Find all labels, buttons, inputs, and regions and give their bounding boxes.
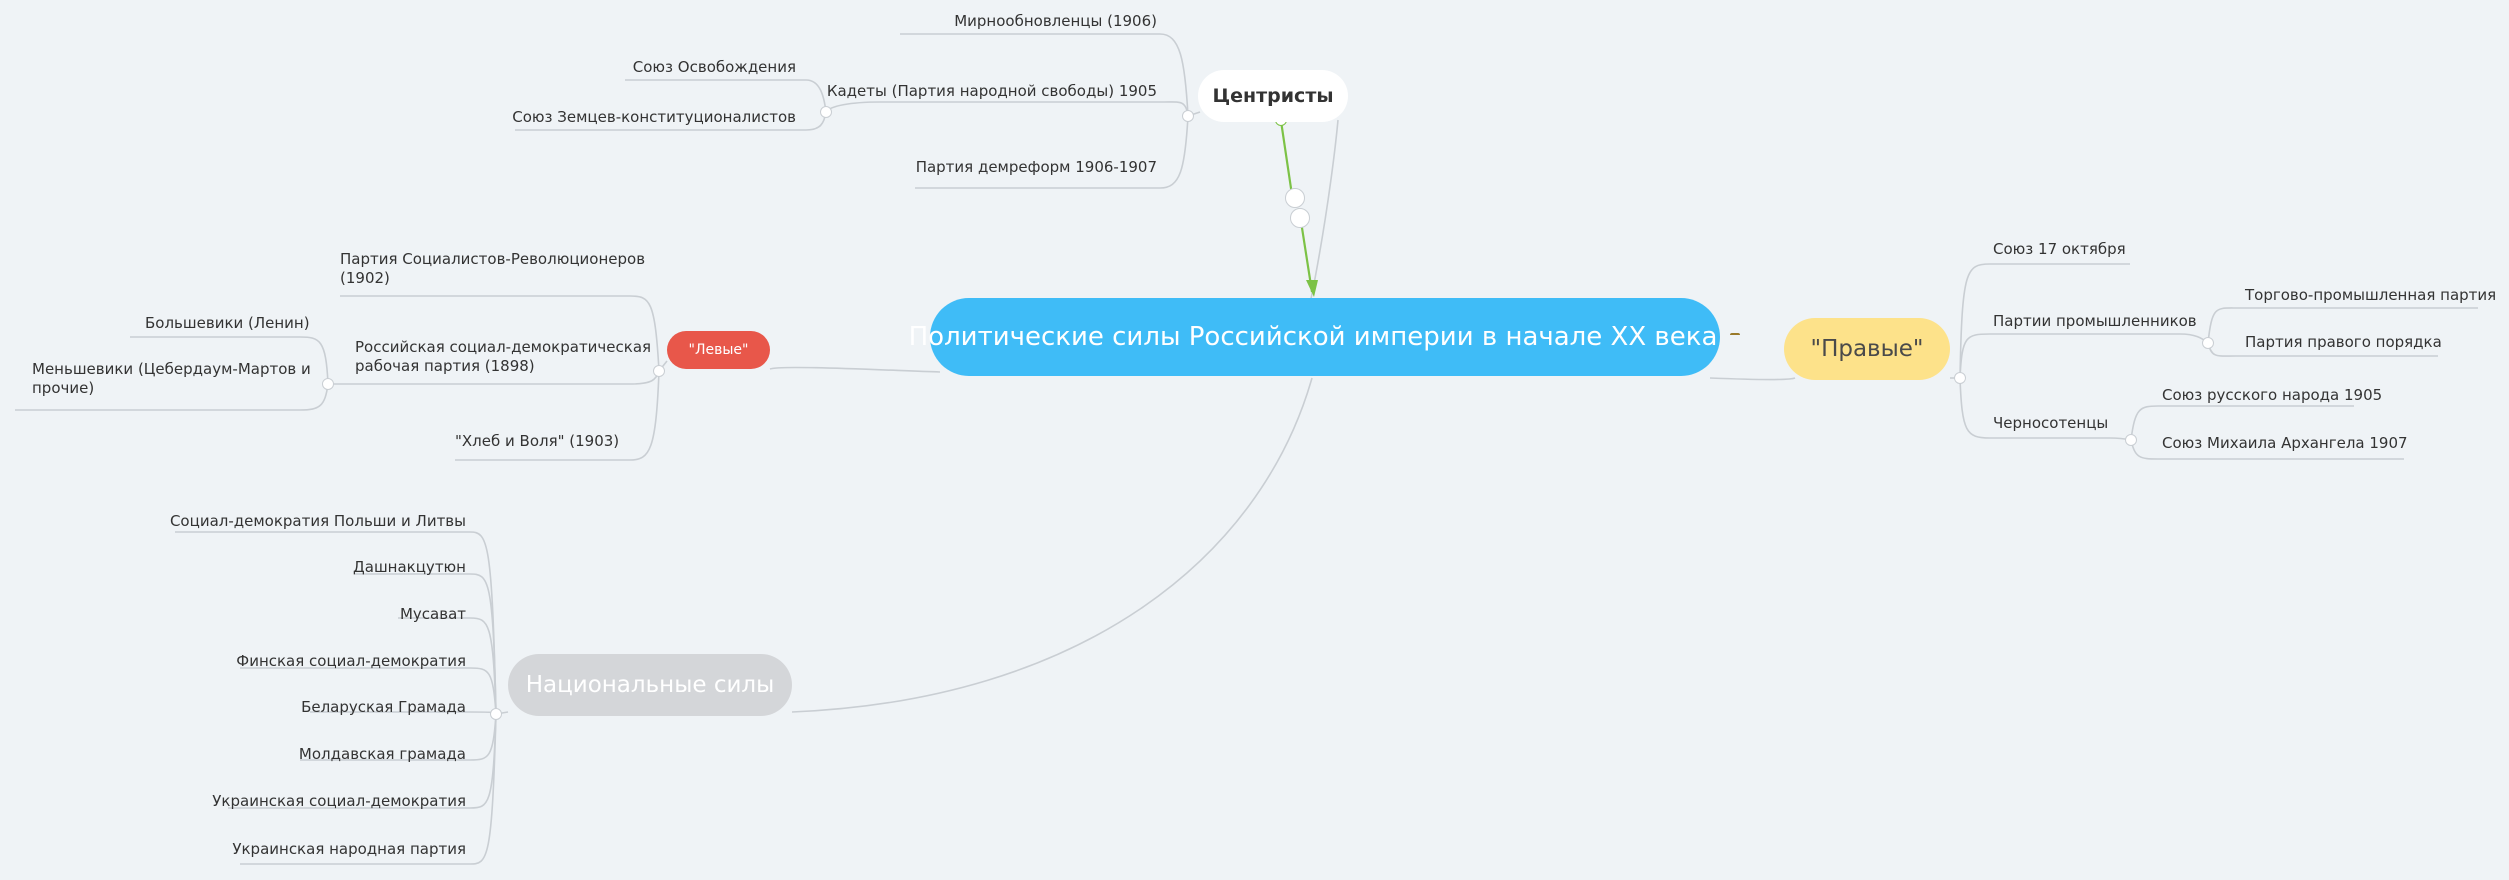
topic-dashnaktsutyun[interactable]: Дашнакцутюн	[353, 558, 466, 577]
topic-ukrainskaya-sd[interactable]: Украинская социал-демократия	[212, 792, 466, 811]
branch-national[interactable]: Национальные силы	[508, 654, 792, 716]
link-root-left	[769, 366, 941, 373]
topic-sdkpil[interactable]: Социал-демократия Польши и Литвы	[170, 512, 466, 531]
topic-torgovo-promyshlennaya[interactable]: Торгово-промышленная партия	[2245, 286, 2496, 305]
topic-mensheviki[interactable]: Меньшевики (Цебердаум-Мартов и прочие)	[32, 360, 312, 398]
topic-rsdrp[interactable]: Российская социал-демократическая рабоча…	[355, 338, 655, 376]
topic-mirnoobnovlentsy[interactable]: Мирнообновленцы (1906)	[954, 12, 1157, 31]
topic-soyuz-mikhaila-arkhangela[interactable]: Союз Михаила Архангела 1907	[2162, 434, 2408, 453]
root-topic[interactable]: Политические силы Российской империи в н…	[909, 298, 1741, 376]
control-point[interactable]	[1285, 188, 1305, 208]
topic-soyuz-17-oktyabrya[interactable]: Союз 17 октября	[1993, 240, 2126, 259]
topic-khleb-i-volya[interactable]: "Хлеб и Воля" (1903)	[455, 432, 619, 451]
topic-ukrainskaya-narodnaya[interactable]: Украинская народная партия	[232, 840, 466, 859]
collapse-dot[interactable]	[1182, 110, 1194, 122]
topic-moldavskaya-gramada[interactable]: Молдавская грамада	[299, 745, 466, 764]
link-root-national	[791, 377, 1313, 713]
collapse-dot[interactable]	[1954, 372, 1966, 384]
topic-bolsheviki[interactable]: Большевики (Ленин)	[145, 314, 310, 333]
mindmap-canvas: Политические силы Российской империи в н…	[0, 0, 2509, 880]
topic-musavat[interactable]: Мусават	[400, 605, 466, 624]
topic-partii-promyshlennikov[interactable]: Партии промышленников	[1993, 312, 2197, 331]
topic-partiya-demreform[interactable]: Партия демреформ 1906-1907	[916, 158, 1157, 177]
branch-centrists[interactable]: Центристы	[1198, 70, 1348, 122]
collapse-dot[interactable]	[820, 106, 832, 118]
branch-right[interactable]: "Правые"	[1784, 318, 1950, 380]
collapse-dot[interactable]	[490, 708, 502, 720]
topic-soyuz-osvobozhdeniya[interactable]: Союз Освобождения	[633, 58, 796, 77]
collapse-dot[interactable]	[322, 378, 334, 390]
collapse-dot[interactable]	[2202, 337, 2214, 349]
topic-belaruskaya-gramada[interactable]: Беларуская Грамада	[301, 698, 466, 717]
topic-finskaya-sd[interactable]: Финская социал-демократия	[236, 652, 466, 671]
topic-pravogo-poryadka[interactable]: Партия правого порядка	[2245, 333, 2442, 352]
collapse-dot[interactable]	[2125, 434, 2137, 446]
topic-kadety[interactable]: Кадеты (Партия народной свободы) 1905	[827, 82, 1157, 101]
link-root-right	[1709, 377, 1796, 381]
branch-left[interactable]: "Левые"	[667, 331, 770, 369]
control-point[interactable]	[1290, 208, 1310, 228]
topic-chernosotentsy[interactable]: Черносотенцы	[1993, 414, 2108, 433]
topic-soyuz-russkogo-naroda[interactable]: Союз русского народа 1905	[2162, 386, 2382, 405]
topic-esery[interactable]: Партия Социалистов-Революционеров (1902)	[340, 250, 660, 288]
root-title: Политические силы Российской империи в н…	[908, 322, 1718, 352]
topic-soyuz-zemtsev[interactable]: Союз Земцев-конституционалистов	[512, 108, 796, 127]
